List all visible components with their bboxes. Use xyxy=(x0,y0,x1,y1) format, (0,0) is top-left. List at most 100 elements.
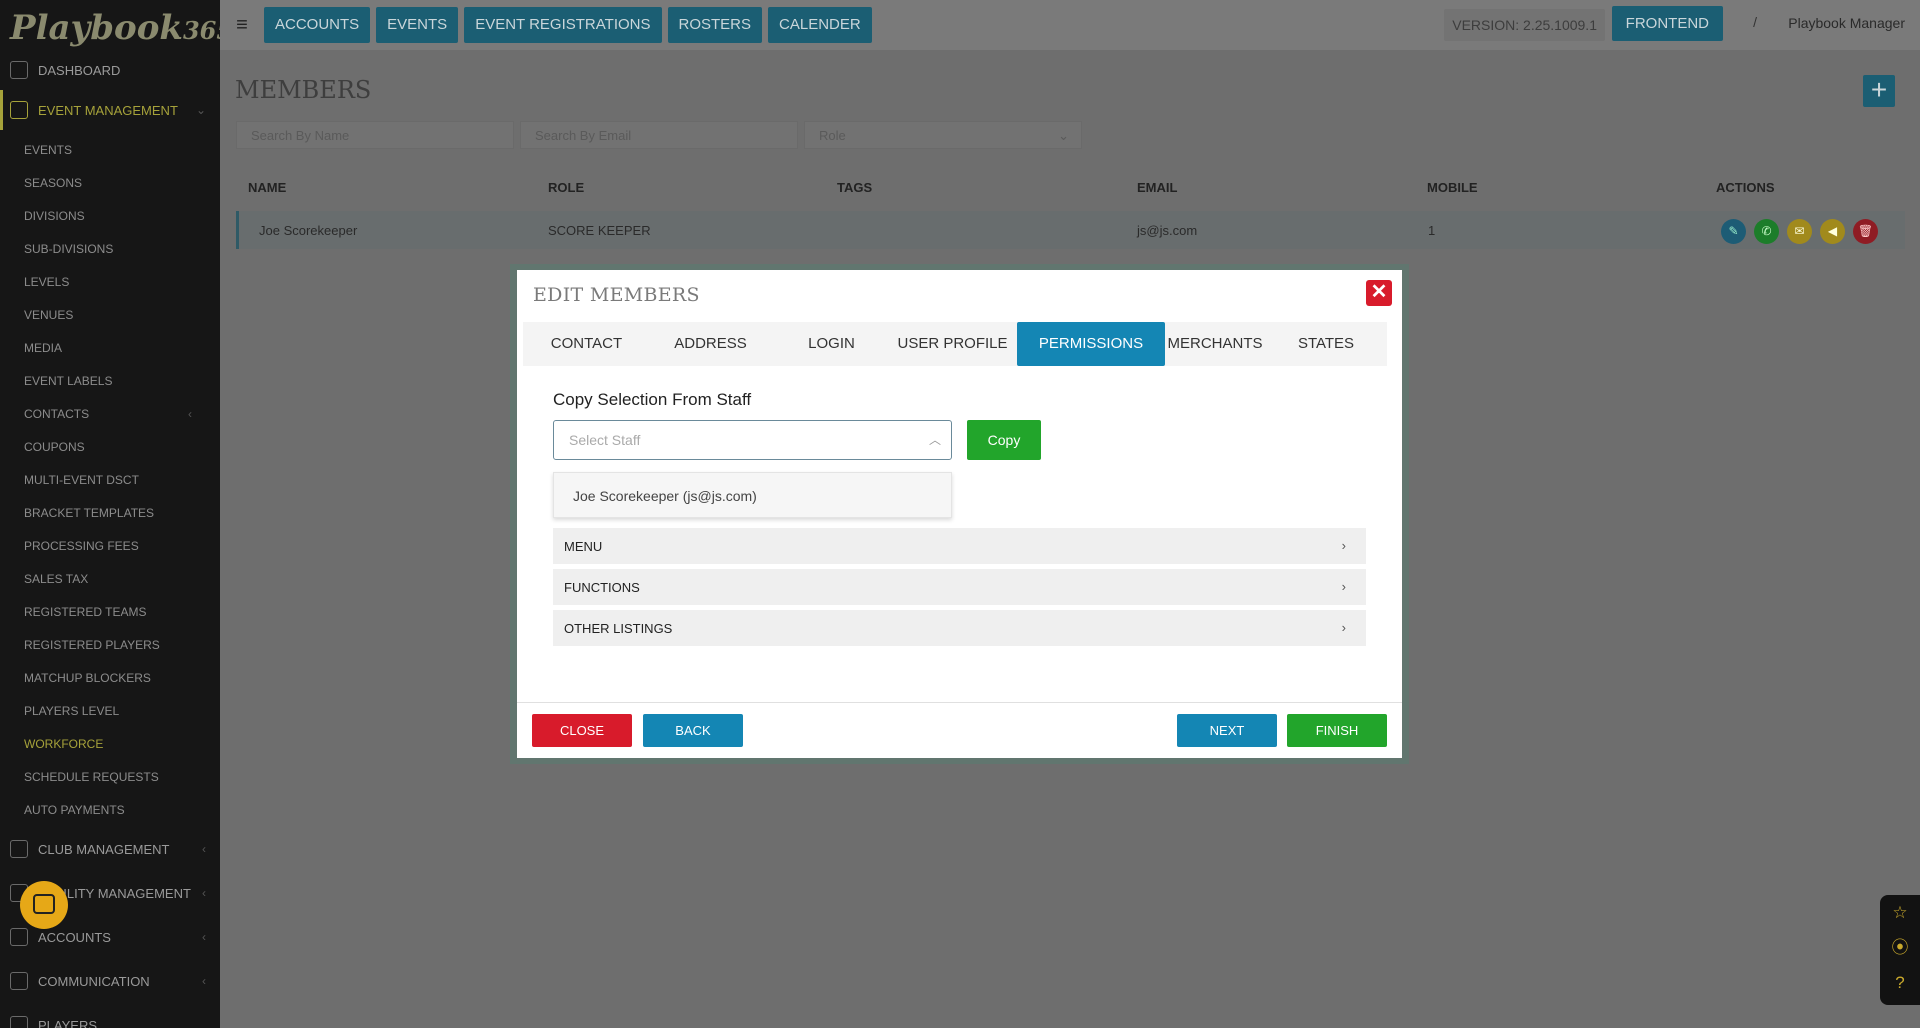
page-title: MEMBERS xyxy=(235,76,372,104)
sidebar-subitem-players-level[interactable]: PLAYERS LEVEL xyxy=(0,695,220,728)
nav-event-registrations-button[interactable]: EVENT REGISTRATIONS xyxy=(464,7,662,43)
separator: / xyxy=(1753,14,1757,30)
tab-states[interactable]: STATES xyxy=(1265,322,1387,366)
sidebar-subitem-schedule-requests[interactable]: SCHEDULE REQUESTS xyxy=(0,761,220,794)
sidebar-subitem-processing-fees[interactable]: PROCESSING FEES xyxy=(0,530,220,563)
sidebar-subitem-divisions[interactable]: DIVISIONS xyxy=(0,200,220,233)
tab-permissions[interactable]: PERMISSIONS xyxy=(1017,322,1165,366)
sidebar-subitem-matchup-blockers[interactable]: MATCHUP BLOCKERS xyxy=(0,662,220,695)
search-email-input[interactable]: Search By Email xyxy=(520,121,798,149)
column-header-role[interactable]: ROLE xyxy=(548,180,584,195)
section-functions[interactable]: FUNCTIONS › xyxy=(553,569,1366,605)
sidebar-subitem-coupons[interactable]: COUPONS xyxy=(0,431,220,464)
next-button[interactable]: NEXT xyxy=(1177,714,1277,747)
section-menu[interactable]: MENU › xyxy=(553,528,1366,564)
chevron-down-icon: ⌄ xyxy=(195,103,206,117)
staff-dropdown-menu: Joe Scorekeeper (js@js.com) xyxy=(553,472,952,518)
sidebar-subitem-auto-payments[interactable]: AUTO PAYMENTS xyxy=(0,794,220,827)
sidebar-item-event-management[interactable]: EVENT MANAGEMENT ⌄ xyxy=(0,90,220,130)
nav-calender-button[interactable]: CALENDER xyxy=(768,7,872,43)
club-icon xyxy=(10,840,28,858)
column-header-email[interactable]: EMAIL xyxy=(1137,180,1177,195)
nav-rosters-button[interactable]: ROSTERS xyxy=(667,7,763,43)
sidebar-subitem-registered-players[interactable]: REGISTERED PLAYERS xyxy=(0,629,220,662)
cell-email: js@js.com xyxy=(1137,223,1198,238)
tab-merchants[interactable]: MERCHANTS xyxy=(1165,322,1265,366)
nav-events-button[interactable]: EVENTS xyxy=(376,7,459,43)
tab-login[interactable]: LOGIN xyxy=(771,322,892,366)
calendar-icon xyxy=(10,101,28,119)
chevron-left-icon: ‹ xyxy=(202,974,206,988)
chevron-up-icon: ︿ xyxy=(928,433,941,447)
role-select[interactable]: Role ⌄ xyxy=(804,121,1082,149)
copy-selection-label: Copy Selection From Staff xyxy=(553,390,752,409)
search-name-input[interactable]: Search By Name xyxy=(236,121,514,149)
chat-icon xyxy=(33,894,55,914)
column-header-tags[interactable]: TAGS xyxy=(837,180,872,195)
add-member-button[interactable]: + xyxy=(1863,75,1895,107)
cell-name: Joe Scorekeeper xyxy=(259,223,358,238)
column-header-mobile[interactable]: MOBILE xyxy=(1427,180,1478,195)
user-menu[interactable]: Playbook Manager xyxy=(1788,15,1905,31)
close-button[interactable]: CLOSE xyxy=(532,714,632,747)
chevron-down-icon: ⌄ xyxy=(1058,128,1069,143)
section-other-listings[interactable]: OTHER LISTINGS › xyxy=(553,610,1366,646)
sidebar-subitem-sub-divisions[interactable]: SUB-DIVISIONS xyxy=(0,233,220,266)
sidebar-subitem-contacts[interactable]: CONTACTS ‹ xyxy=(0,398,220,431)
finish-button[interactable]: FINISH xyxy=(1287,714,1387,747)
modal-title: EDIT MEMBERS xyxy=(533,284,700,306)
select-staff-dropdown[interactable]: Select Staff ︿ xyxy=(553,420,952,460)
app-logo[interactable]: Playbook365 xyxy=(0,0,220,50)
sidebar-subitem-media[interactable]: MEDIA xyxy=(0,332,220,365)
sidebar-subitem-events[interactable]: EVENTS xyxy=(0,134,220,167)
edit-members-modal: EDIT MEMBERS ✕ CONTACT ADDRESS LOGIN USE… xyxy=(517,270,1402,758)
frontend-button[interactable]: FRONTEND xyxy=(1611,6,1723,41)
sidebar-subitem-registered-teams[interactable]: REGISTERED TEAMS xyxy=(0,596,220,629)
chat-support-button[interactable] xyxy=(20,881,68,929)
chevron-left-icon: ‹ xyxy=(202,930,206,944)
sidebar-subitem-multi-event-dsct[interactable]: MULTI-EVENT DSCT xyxy=(0,464,220,497)
megaphone-icon[interactable]: ◀ xyxy=(1820,219,1845,244)
dropdown-option[interactable]: Joe Scorekeeper (js@js.com) xyxy=(573,488,757,504)
sidebar-subitem-workforce[interactable]: WORKFORCE xyxy=(0,728,220,761)
back-button[interactable]: BACK xyxy=(643,714,743,747)
chevron-right-icon: › xyxy=(1341,538,1346,553)
sidebar-item-dashboard[interactable]: DASHBOARD xyxy=(0,50,220,90)
version-label: VERSION: 2.25.1009.1 xyxy=(1444,9,1605,41)
tab-user-profile[interactable]: USER PROFILE xyxy=(892,322,1013,366)
trash-icon[interactable]: 🗑 xyxy=(1853,219,1878,244)
edit-icon[interactable]: ✎ xyxy=(1721,219,1746,244)
nav-accounts-button[interactable]: ACCOUNTS xyxy=(264,7,371,43)
sidebar-subitem-sales-tax[interactable]: SALES TAX xyxy=(0,563,220,596)
sidebar-subitem-seasons[interactable]: SEASONS xyxy=(0,167,220,200)
phone-icon[interactable]: ✆ xyxy=(1754,219,1779,244)
column-header-actions: ACTIONS xyxy=(1716,180,1775,195)
cell-role: SCORE KEEPER xyxy=(548,223,651,238)
sidebar: Playbook365 DASHBOARD EVENT MANAGEMENT ⌄… xyxy=(0,0,220,1028)
accounts-icon xyxy=(10,928,28,946)
copy-button[interactable]: Copy xyxy=(967,420,1041,460)
help-icon[interactable]: ? xyxy=(1890,973,1910,993)
sidebar-subitem-bracket-templates[interactable]: BRACKET TEMPLATES xyxy=(0,497,220,530)
column-header-name[interactable]: NAME xyxy=(248,180,286,195)
cell-mobile: 1 xyxy=(1428,223,1436,238)
top-bar: ≡ ACCOUNTS EVENTS EVENT REGISTRATIONS RO… xyxy=(220,0,1920,50)
table-row[interactable]: Joe Scorekeeper SCORE KEEPER js@js.com 1… xyxy=(236,211,1905,249)
sidebar-subitem-venues[interactable]: VENUES xyxy=(0,299,220,332)
dashboard-icon xyxy=(10,61,28,79)
star-icon[interactable]: ☆ xyxy=(1890,903,1910,923)
chevron-right-icon: › xyxy=(1341,620,1346,635)
sidebar-item-communication[interactable]: COMMUNICATION ‹ xyxy=(0,961,220,1001)
sidebar-subitem-event-labels[interactable]: EVENT LABELS xyxy=(0,365,220,398)
email-icon[interactable]: ✉ xyxy=(1787,219,1812,244)
sidebar-subitem-levels[interactable]: LEVELS xyxy=(0,266,220,299)
tab-contact[interactable]: CONTACT xyxy=(523,322,650,366)
sidebar-item-players[interactable]: PLAYERS xyxy=(0,1005,220,1028)
broadcast-icon[interactable]: ⦿ xyxy=(1890,938,1910,958)
chat-icon xyxy=(10,972,28,990)
menu-icon[interactable]: ≡ xyxy=(220,14,264,37)
sidebar-item-club-management[interactable]: CLUB MANAGEMENT ‹ xyxy=(0,829,220,869)
close-icon[interactable]: ✕ xyxy=(1366,280,1392,306)
players-icon xyxy=(10,1016,28,1028)
tab-address[interactable]: ADDRESS xyxy=(650,322,771,366)
